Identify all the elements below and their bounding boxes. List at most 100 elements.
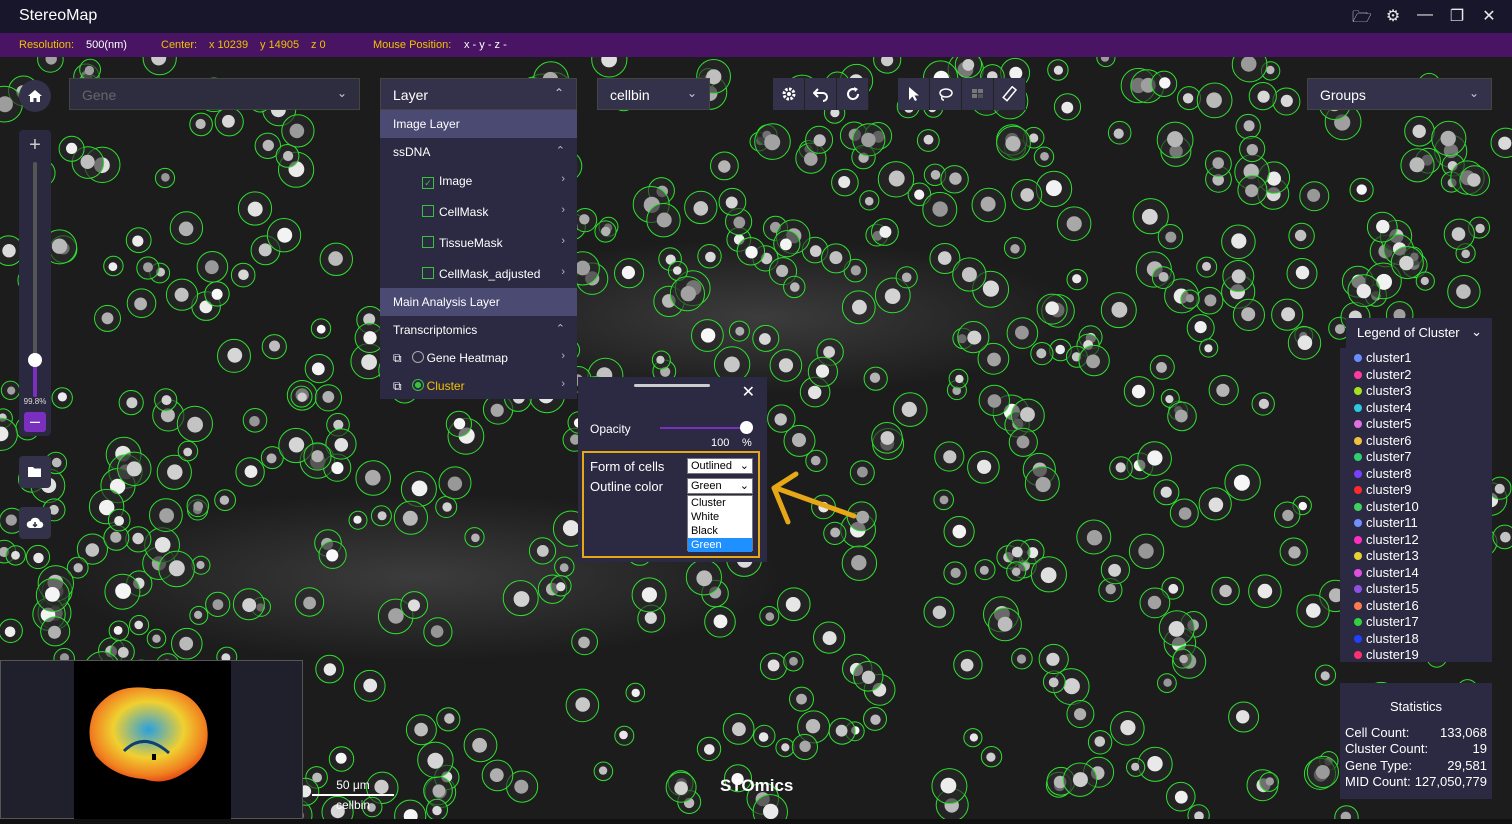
option-black[interactable]: Black (688, 524, 752, 538)
stat-cell-count: Cell Count: 133,068 (1345, 725, 1487, 740)
legend-item[interactable]: cluster3 (1340, 383, 1492, 400)
legend-item[interactable]: cluster12 (1340, 532, 1492, 549)
close-icon[interactable]: ✕ (1480, 6, 1498, 33)
image-checkbox[interactable]: ✓ (422, 177, 434, 189)
cell-count-label: Cell Count: (1345, 725, 1410, 740)
option-white[interactable]: White (688, 510, 752, 524)
drag-handle[interactable] (634, 384, 710, 387)
restore-icon[interactable]: ❐ (1448, 6, 1466, 33)
layer-item-tissuemask[interactable]: TissueMask › (380, 229, 577, 257)
lasso-icon[interactable] (930, 78, 962, 110)
legend-item[interactable]: cluster17 (1340, 614, 1492, 631)
ssdna-group[interactable]: ssDNA ⌃ (380, 138, 577, 166)
copy-icon[interactable]: ⧉ (393, 351, 402, 365)
cell-count-value: 133,068 (1440, 725, 1487, 740)
legend-item[interactable]: cluster7 (1340, 449, 1492, 466)
option-cluster[interactable]: Cluster (688, 496, 752, 510)
legend-item[interactable]: cluster13 (1340, 548, 1492, 565)
legend-item[interactable]: cluster11 (1340, 515, 1492, 532)
minimap[interactable] (0, 660, 303, 819)
zoom-slider-handle[interactable] (28, 353, 42, 367)
minimap-image (74, 661, 231, 819)
opacity-slider-handle[interactable] (740, 421, 753, 434)
legend-item[interactable]: cluster18 (1340, 631, 1492, 648)
legend-item[interactable]: cluster10 (1340, 499, 1492, 516)
legend-item-label: cluster18 (1366, 630, 1419, 646)
gene-select[interactable]: Gene ⌄ (69, 78, 360, 110)
legend-item-label: cluster9 (1366, 482, 1412, 497)
copy-icon[interactable]: ⧉ (393, 379, 402, 393)
cellbin-select[interactable]: cellbin ⌄ (597, 78, 710, 110)
refresh-icon[interactable] (837, 78, 869, 110)
option-green[interactable]: Green (688, 538, 752, 552)
zoom-out-button[interactable]: – (24, 412, 46, 432)
layer-item-image[interactable]: ✓ Image › (380, 167, 577, 195)
chevron-right-icon: › (561, 378, 565, 390)
statistics-panel: Statistics Cell Count: 133,068 Cluster Co… (1340, 683, 1492, 799)
app-title: StereoMap (19, 7, 98, 24)
legend-item-label: cluster3 (1366, 383, 1412, 398)
main-analysis-label: Main Analysis Layer (393, 295, 500, 309)
tissuemask-checkbox[interactable] (422, 236, 434, 248)
groups-select[interactable]: Groups ⌄ (1307, 78, 1492, 110)
layer-item-cellmask[interactable]: CellMask › (380, 198, 577, 226)
cellmask-adjusted-checkbox[interactable] (422, 267, 434, 279)
stat-cluster-count: Cluster Count: 19 (1345, 741, 1487, 756)
open-folder-button[interactable] (19, 456, 51, 488)
cellmask-checkbox[interactable] (422, 205, 434, 217)
legend-header[interactable]: Legend of Cluster ⌄ (1346, 318, 1492, 348)
stomics-watermark: STOmics (720, 776, 794, 795)
transcriptomics-group[interactable]: Transcriptomics ⌃ (380, 316, 577, 344)
minimize-icon[interactable]: — (1416, 6, 1434, 33)
legend-item[interactable]: cluster4 (1340, 400, 1492, 417)
form-of-cells-select[interactable]: Outlined ⌄ (687, 458, 753, 474)
opacity-slider-track[interactable] (660, 427, 748, 429)
legend-item[interactable]: cluster19 (1340, 647, 1492, 664)
main-analysis-layer-header[interactable]: Main Analysis Layer (380, 288, 577, 316)
chevron-down-icon: ⌄ (336, 86, 347, 100)
gear-icon[interactable] (773, 78, 805, 110)
legend-item-label: cluster17 (1366, 614, 1419, 629)
gene-heatmap-label: Gene Heatmap (426, 351, 508, 365)
cluster-count-value: 19 (1472, 741, 1487, 756)
close-icon[interactable]: ✕ (742, 382, 755, 402)
layer-item-gene-heatmap[interactable]: ⧉ Gene Heatmap › (380, 344, 577, 372)
legend-item[interactable]: cluster5 (1340, 416, 1492, 433)
statistics-title: Statistics (1389, 699, 1442, 714)
scale-bar: 50 μm cellbin (312, 778, 394, 812)
legend-item[interactable]: cluster15 (1340, 581, 1492, 598)
download-button[interactable] (19, 507, 51, 539)
pointer-icon[interactable] (898, 78, 930, 110)
legend-color-dot (1354, 585, 1362, 593)
transcriptomics-label: Transcriptomics (393, 323, 478, 337)
legend-item[interactable]: cluster9 (1340, 482, 1492, 499)
legend-item-label: cluster4 (1366, 399, 1412, 415)
grid-select-icon[interactable] (962, 78, 994, 110)
layer-item-cluster[interactable]: ⧉ Cluster › (380, 372, 577, 400)
cloud-download-icon (26, 517, 44, 528)
layer-item-cellmask-adjusted[interactable]: CellMask_adjusted › (380, 260, 577, 288)
folder-icon[interactable]: 🗁 (1352, 6, 1372, 33)
legend-item[interactable]: cluster8 (1340, 466, 1492, 483)
zoom-in-button[interactable]: + (19, 134, 51, 157)
undo-icon[interactable] (805, 78, 837, 110)
cluster-radio[interactable] (411, 379, 424, 391)
center-z: z 0 (311, 39, 326, 51)
settings-icon[interactable]: ⚙ (1384, 6, 1402, 33)
gene-heatmap-radio[interactable] (411, 351, 424, 363)
outline-color-select[interactable]: Green ⌄ (687, 478, 753, 494)
home-button[interactable] (19, 80, 51, 112)
legend-color-dot (1354, 370, 1362, 379)
ruler-icon[interactable] (994, 78, 1026, 110)
layer-select[interactable]: Layer ⌃ (380, 78, 577, 110)
legend-item[interactable]: cluster16 (1340, 598, 1492, 615)
legend-item[interactable]: cluster1 (1340, 350, 1492, 367)
legend-item[interactable]: cluster2 (1340, 367, 1492, 384)
legend-item-label: cluster10 (1366, 498, 1419, 514)
outline-color-value: Green (691, 480, 722, 492)
image-layer-header[interactable]: Image Layer (380, 110, 577, 138)
legend-item[interactable]: cluster6 (1340, 433, 1492, 450)
legend-color-dot (1354, 436, 1362, 445)
legend-item[interactable]: cluster14 (1340, 565, 1492, 582)
mid-count-label: MID Count: (1345, 774, 1411, 789)
